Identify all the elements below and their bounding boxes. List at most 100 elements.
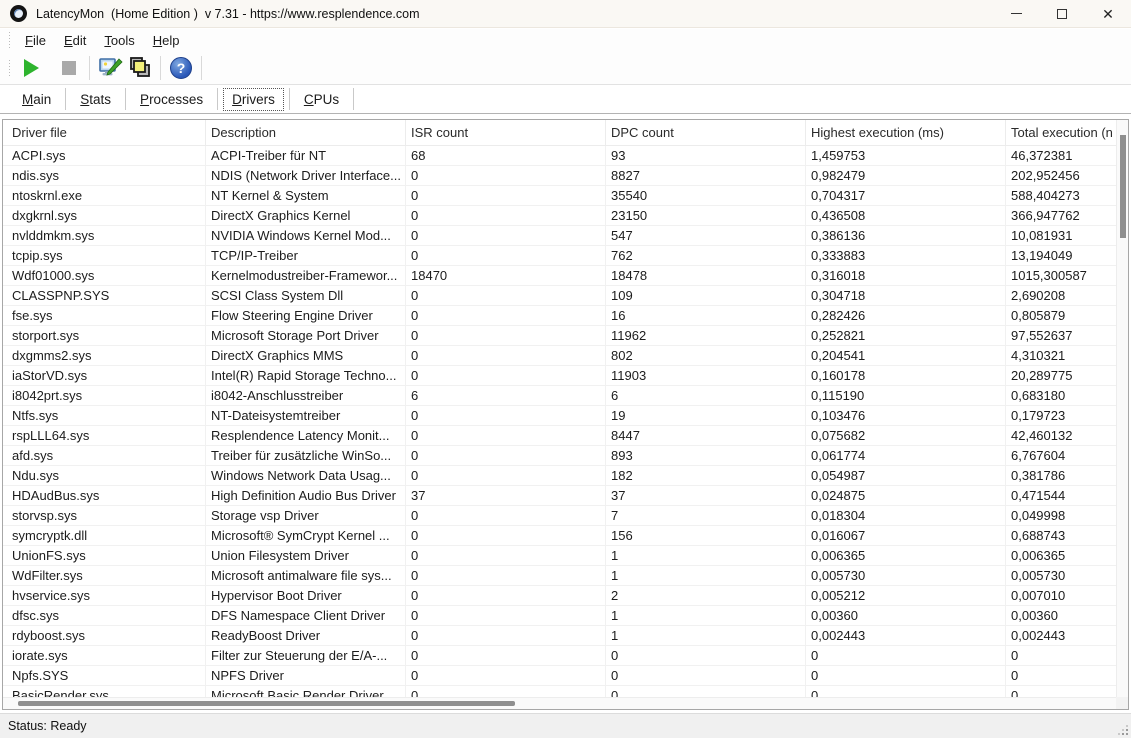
- table-cell: 0,805879: [1006, 306, 1116, 326]
- stop-monitor-button[interactable]: [54, 54, 84, 82]
- menu-help[interactable]: Help: [144, 31, 189, 50]
- table-row[interactable]: afd.sys Treiber für zusätzliche WinSo... 0…: [3, 446, 1116, 466]
- table-row[interactable]: storvsp.sys Storage vsp Driver 0 7 0,018304 0…: [3, 506, 1116, 526]
- table-row[interactable]: symcryptk.dll Microsoft® SymCrypt Kernel …: [3, 526, 1116, 546]
- vertical-scrollbar-thumb[interactable]: [1120, 135, 1126, 238]
- table-cell: 0,006365: [806, 546, 1006, 566]
- table-cell: 588,404273: [1006, 186, 1116, 206]
- column-header-description[interactable]: Description: [206, 120, 406, 145]
- table-row[interactable]: CLASSPNP.SYS SCSI Class System Dll 0 109 0,3…: [3, 286, 1116, 306]
- table-cell: 0,061774: [806, 446, 1006, 466]
- table-row[interactable]: Npfs.SYS NPFS Driver 0 0 0 0: [3, 666, 1116, 686]
- latencymon-window: LatencyMon (Home Edition ) v 7.31 - http…: [0, 0, 1131, 738]
- table-row[interactable]: rspLLL64.sys Resplendence Latency Monit..…: [3, 426, 1116, 446]
- column-header-dpc-count[interactable]: DPC count: [606, 120, 806, 145]
- table-cell: iorate.sys: [3, 646, 206, 666]
- table-row[interactable]: HDAudBus.sys High Definition Audio Bus Dr…: [3, 486, 1116, 506]
- table-cell: ndis.sys: [3, 166, 206, 186]
- table-cell: 0,381786: [1006, 466, 1116, 486]
- options-button[interactable]: [95, 54, 125, 82]
- table-cell: 0: [406, 526, 606, 546]
- scrollbar-corner: [1116, 697, 1128, 709]
- table-cell: 0: [406, 306, 606, 326]
- table-cell: 0,006365: [1006, 546, 1116, 566]
- table-cell: NVIDIA Windows Kernel Mod...: [206, 226, 406, 246]
- tab-drivers[interactable]: Drivers: [223, 87, 284, 111]
- tab-cpus[interactable]: CPUs: [296, 89, 347, 110]
- horizontal-scrollbar[interactable]: [3, 697, 1116, 709]
- table-row[interactable]: BasicRender.sys Microsoft Basic Render Dr…: [3, 686, 1116, 697]
- table-cell: 0: [406, 446, 606, 466]
- table-cell: 0: [406, 646, 606, 666]
- table-row[interactable]: WdFilter.sys Microsoft antimalware file s…: [3, 566, 1116, 586]
- tab-main[interactable]: Main: [14, 89, 59, 110]
- menu-file[interactable]: File: [16, 31, 55, 50]
- table-row[interactable]: fse.sys Flow Steering Engine Driver 0 16 0,2…: [3, 306, 1116, 326]
- vertical-scrollbar[interactable]: [1116, 120, 1128, 697]
- table-cell: Filter zur Steuerung der E/A-...: [206, 646, 406, 666]
- table-cell: 0: [406, 626, 606, 646]
- table-cell: 0: [406, 506, 606, 526]
- table-cell: tcpip.sys: [3, 246, 206, 266]
- minimize-button[interactable]: [993, 0, 1039, 27]
- column-header-highest-execution[interactable]: Highest execution (ms): [806, 120, 1006, 145]
- table-row[interactable]: UnionFS.sys Union Filesystem Driver 0 1 0,00…: [3, 546, 1116, 566]
- table-cell: 1: [606, 546, 806, 566]
- table-cell: 46,372381: [1006, 146, 1116, 166]
- tab-separator: [353, 88, 355, 110]
- horizontal-scrollbar-thumb[interactable]: [18, 701, 515, 706]
- table-row[interactable]: dxgmms2.sys DirectX Graphics MMS 0 802 0,204…: [3, 346, 1116, 366]
- help-button[interactable]: ?: [166, 54, 196, 82]
- table-cell: 37: [606, 486, 806, 506]
- table-cell: 0: [406, 466, 606, 486]
- minimize-icon: [1010, 13, 1022, 14]
- table-row[interactable]: Ndu.sys Windows Network Data Usag... 0 182 0…: [3, 466, 1116, 486]
- table-row[interactable]: dfsc.sys DFS Namespace Client Driver 0 1 0,0…: [3, 606, 1116, 626]
- table-row[interactable]: iorate.sys Filter zur Steuerung der E/A-.…: [3, 646, 1116, 666]
- table-cell: 0,016067: [806, 526, 1006, 546]
- table-cell: 893: [606, 446, 806, 466]
- column-header-total-execution[interactable]: Total execution (n: [1006, 120, 1116, 145]
- table-row[interactable]: storport.sys Microsoft Storage Port Drive…: [3, 326, 1116, 346]
- stay-on-top-button[interactable]: [125, 54, 155, 82]
- table-cell: Kernelmodustreiber-Framewor...: [206, 266, 406, 286]
- table-cell: 37: [406, 486, 606, 506]
- table-row[interactable]: tcpip.sys TCP/IP-Treiber 0 762 0,333883 13,19…: [3, 246, 1116, 266]
- tab-separator: [65, 88, 67, 110]
- table-cell: DirectX Graphics Kernel: [206, 206, 406, 226]
- table-cell: 0,688743: [1006, 526, 1116, 546]
- start-monitor-button[interactable]: [16, 54, 46, 82]
- table-row[interactable]: hvservice.sys Hypervisor Boot Driver 0 2 0,0…: [3, 586, 1116, 606]
- table-cell: ACPI-Treiber für NT: [206, 146, 406, 166]
- table-row[interactable]: Ntfs.sys NT-Dateisystemtreiber 0 19 0,103476…: [3, 406, 1116, 426]
- table-cell: 0,304718: [806, 286, 1006, 306]
- table-cell: TCP/IP-Treiber: [206, 246, 406, 266]
- status-bar: Status: Ready: [0, 713, 1131, 738]
- table-row[interactable]: ndis.sys NDIS (Network Driver Interface..…: [3, 166, 1116, 186]
- maximize-button[interactable]: [1039, 0, 1085, 27]
- table-row[interactable]: nvlddmkm.sys NVIDIA Windows Kernel Mod...…: [3, 226, 1116, 246]
- menu-edit[interactable]: Edit: [55, 31, 95, 50]
- table-cell: 68: [406, 146, 606, 166]
- table-cell: fse.sys: [3, 306, 206, 326]
- table-row[interactable]: ntoskrnl.exe NT Kernel & System 0 35540 0,70…: [3, 186, 1116, 206]
- close-button[interactable]: ✕: [1085, 0, 1131, 27]
- table-cell: 0,683180: [1006, 386, 1116, 406]
- table-cell: 0: [406, 366, 606, 386]
- table-cell: 0,054987: [806, 466, 1006, 486]
- column-header-isr-count[interactable]: ISR count: [406, 120, 606, 145]
- tab-processes[interactable]: Processes: [132, 89, 211, 110]
- table-row[interactable]: Wdf01000.sys Kernelmodustreiber-Framewor.…: [3, 266, 1116, 286]
- resize-grip[interactable]: [1118, 725, 1128, 735]
- table-row[interactable]: rdyboost.sys ReadyBoost Driver 0 1 0,002443 0…: [3, 626, 1116, 646]
- table-row[interactable]: i8042prt.sys i8042-Anschlusstreiber 6 6 0,11…: [3, 386, 1116, 406]
- table-row[interactable]: iaStorVD.sys Intel(R) Rapid Storage Techn…: [3, 366, 1116, 386]
- table-row[interactable]: ACPI.sys ACPI-Treiber für NT 68 93 1,459753 4…: [3, 146, 1116, 166]
- table-cell: 8827: [606, 166, 806, 186]
- menu-tools[interactable]: Tools: [95, 31, 143, 50]
- column-header-driver-file[interactable]: Driver file: [3, 120, 206, 145]
- table-cell: 1: [606, 626, 806, 646]
- tab-stats[interactable]: Stats: [72, 89, 119, 110]
- table-cell: ReadyBoost Driver: [206, 626, 406, 646]
- table-row[interactable]: dxgkrnl.sys DirectX Graphics Kernel 0 23150…: [3, 206, 1116, 226]
